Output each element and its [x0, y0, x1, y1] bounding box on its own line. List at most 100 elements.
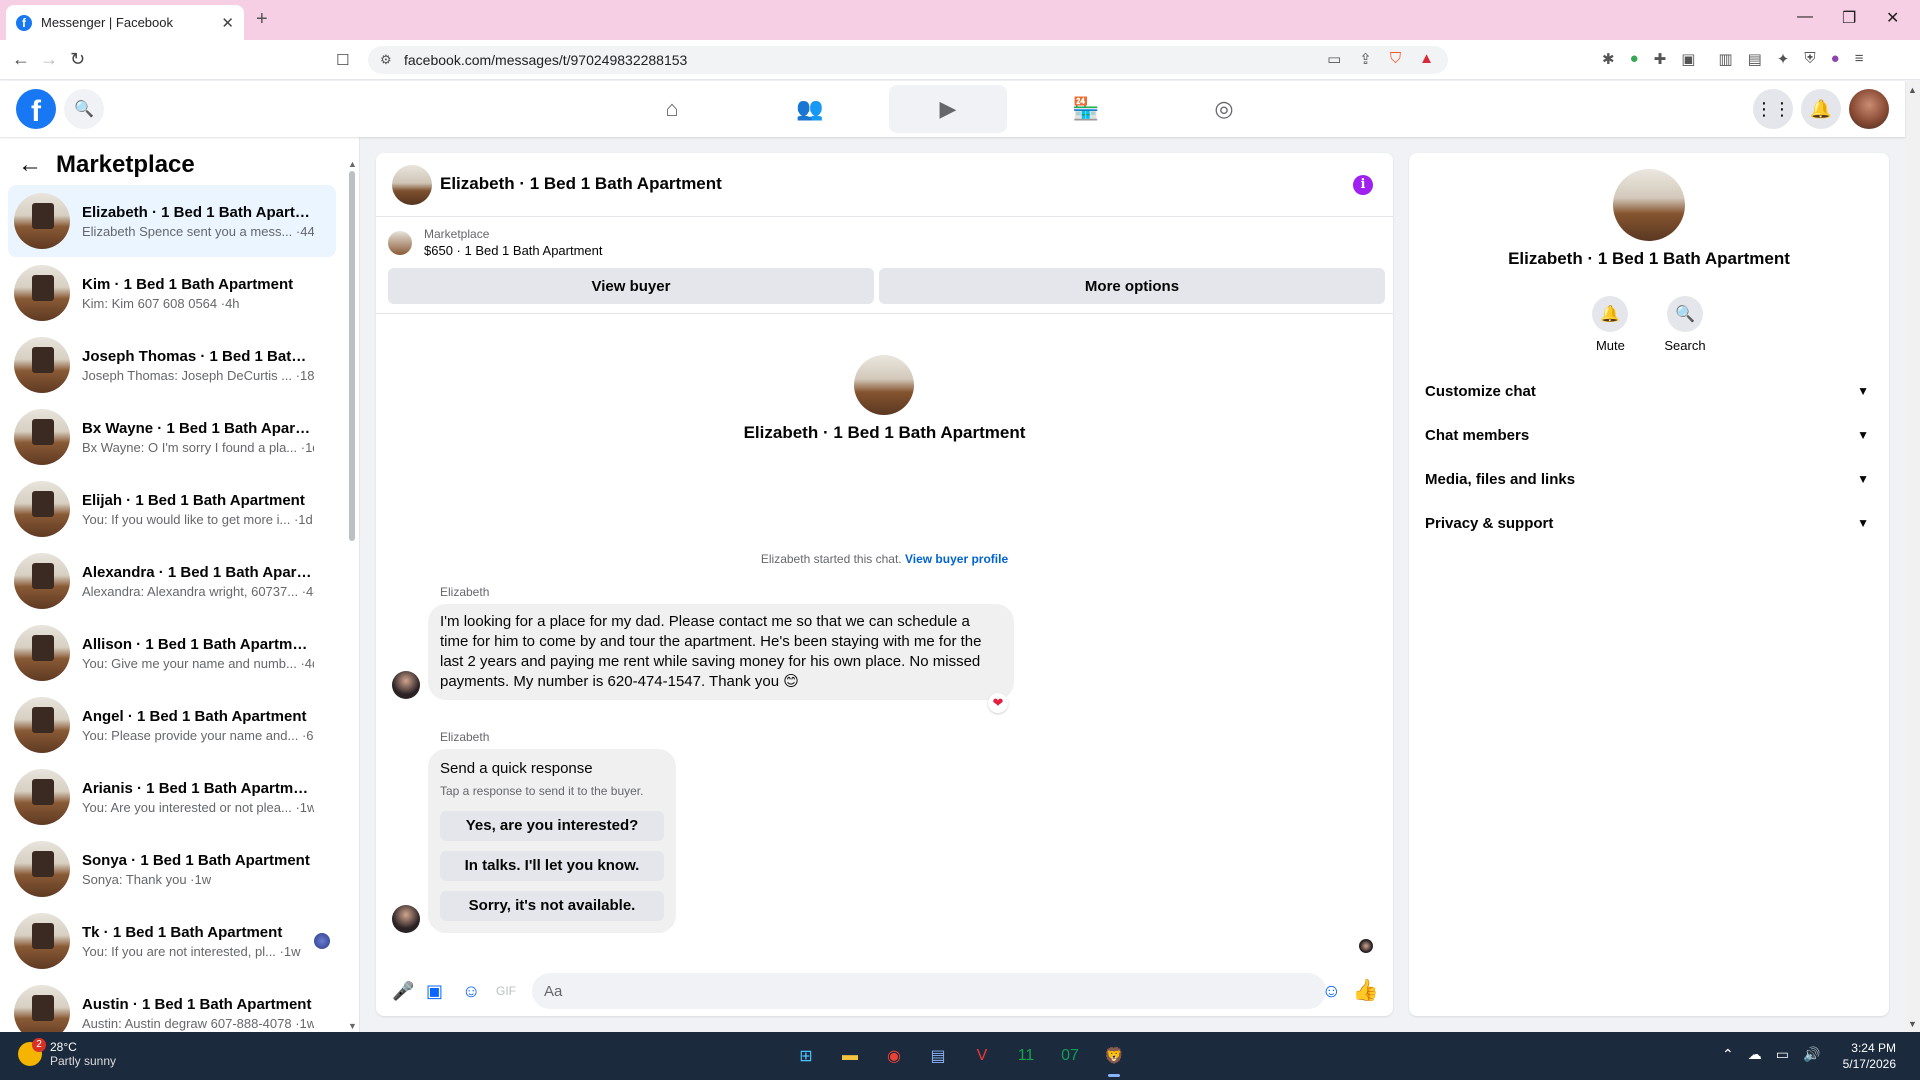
sidebar-scrollbar[interactable]: ▲ ▼	[348, 159, 357, 1034]
restore-window-icon[interactable]: ❐	[1842, 8, 1856, 28]
profile-icon[interactable]: ●	[1831, 50, 1840, 68]
message-input[interactable]: Aa	[532, 973, 1326, 1009]
chat-title[interactable]: Elizabeth · 1 Bed 1 Bath Apartment	[440, 174, 722, 194]
account-avatar[interactable]	[1849, 89, 1889, 129]
quick-response-option[interactable]: Sorry, it's not available.	[440, 891, 664, 921]
conversation-item[interactable]: Joseph Thomas · 1 Bed 1 Bath A... Joseph …	[8, 329, 336, 401]
forward-icon[interactable]: →	[40, 49, 58, 70]
vpn-icon[interactable]: ⛨	[1804, 50, 1815, 68]
info-icon[interactable]: i	[1353, 175, 1373, 195]
search-chat-button[interactable]: 🔍 Search	[1664, 296, 1706, 353]
view-buyer-button[interactable]: View buyer	[388, 268, 874, 304]
sticker-icon[interactable]: ☺	[462, 981, 480, 1002]
message-bubble[interactable]: I'm looking for a place for my dad. Plea…	[428, 604, 1014, 700]
bell-icon: 🔔	[1592, 296, 1629, 332]
scroll-down-icon[interactable]: ▼	[1908, 1019, 1917, 1029]
chrome-icon[interactable]: ◉	[878, 1040, 910, 1072]
scroll-down-icon[interactable]: ▼	[348, 1021, 357, 1031]
marketplace-icon[interactable]: 🏪	[1027, 85, 1145, 133]
calendar-app-07-icon[interactable]: 07	[1054, 1040, 1086, 1072]
friends-icon[interactable]: 👥	[751, 85, 869, 133]
address-bar[interactable]: ⚙ facebook.com/messages/t/97024983228815…	[368, 46, 1448, 74]
home-icon[interactable]: ⌂	[613, 85, 731, 133]
notifications-bell-icon[interactable]: 🔔	[1801, 89, 1841, 129]
customize-chat-section[interactable]: Customize chat ▼	[1425, 369, 1873, 413]
extension-green-icon[interactable]: ●	[1630, 50, 1639, 68]
chat-info-panel: Elizabeth · 1 Bed 1 Bath Apartment 🔔 Mut…	[1409, 153, 1889, 1016]
share-icon[interactable]: ⇪	[1359, 50, 1372, 68]
close-window-icon[interactable]: ✕	[1886, 8, 1899, 28]
wallet-icon[interactable]: ▤	[1748, 50, 1762, 68]
privacy-support-section[interactable]: Privacy & support ▼	[1425, 501, 1873, 545]
mute-button[interactable]: 🔔 Mute	[1592, 296, 1629, 353]
new-tab-button[interactable]: +	[256, 8, 268, 31]
emoji-icon[interactable]: ☺	[1322, 981, 1341, 1003]
brave-rewards-icon[interactable]: ▲	[1419, 50, 1434, 68]
quick-response-option[interactable]: Yes, are you interested?	[440, 811, 664, 841]
sender-avatar[interactable]	[392, 905, 420, 933]
sidebar-toggle-icon[interactable]: ▥	[1718, 50, 1732, 68]
conversation-item[interactable]: Bx Wayne · 1 Bed 1 Bath Apartm... Bx Wayn…	[8, 401, 336, 473]
back-icon[interactable]: ←	[12, 49, 30, 70]
more-options-button[interactable]: More options	[879, 268, 1385, 304]
extension-icon[interactable]: ✱	[1602, 50, 1615, 68]
conversation-item[interactable]: Angel · 1 Bed 1 Bath Apartment You: Pleas…	[8, 689, 336, 761]
search-icon[interactable]: 🔍	[64, 89, 104, 129]
back-arrow-icon[interactable]: ←	[18, 151, 42, 179]
facebook-logo-icon[interactable]: f	[16, 89, 56, 129]
video-icon[interactable]: ▶	[889, 85, 1007, 133]
chat-members-section[interactable]: Chat members ▼	[1425, 413, 1873, 457]
chevron-up-icon[interactable]: ⌃	[1722, 1046, 1734, 1063]
volume-icon[interactable]: 🔊	[1803, 1046, 1820, 1063]
notepad-icon[interactable]: ▤	[922, 1040, 954, 1072]
file-explorer-icon[interactable]: ▬	[834, 1040, 866, 1072]
extensions-puzzle-icon[interactable]: ✚	[1654, 50, 1667, 68]
conversation-item[interactable]: Kim · 1 Bed 1 Bath Apartment Kim: Kim 607…	[8, 257, 336, 329]
conversation-item[interactable]: Arianis · 1 Bed 1 Bath Apartment You: Are…	[8, 761, 336, 833]
scroll-thumb[interactable]	[349, 171, 355, 541]
conversation-item[interactable]: Allison · 1 Bed 1 Bath Apartment You: Giv…	[8, 617, 336, 689]
thumbs-up-icon[interactable]: 👍	[1353, 979, 1379, 1003]
scroll-up-icon[interactable]: ▲	[1908, 85, 1917, 95]
screenshot-icon[interactable]: ▣	[1681, 50, 1695, 68]
menu-grid-icon[interactable]: ⋮⋮	[1753, 89, 1793, 129]
windows-start-icon[interactable]: ⊞	[790, 1040, 822, 1072]
media-files-links-section[interactable]: Media, files and links ▼	[1425, 457, 1873, 501]
quick-response-option[interactable]: In talks. I'll let you know.	[440, 851, 664, 881]
vivaldi-icon[interactable]: V	[966, 1040, 998, 1072]
reload-icon[interactable]: ↻	[70, 49, 85, 70]
listing-summary[interactable]: Marketplace $650 · 1 Bed 1 Bath Apartmen…	[388, 227, 603, 258]
network-icon[interactable]: ▭	[1776, 1046, 1789, 1063]
gif-icon[interactable]: GIF	[496, 984, 516, 998]
cast-icon[interactable]: ▭	[1327, 50, 1341, 68]
brave-icon[interactable]: 🦁	[1098, 1040, 1130, 1077]
groups-icon[interactable]: ◎	[1165, 85, 1283, 133]
scroll-up-icon[interactable]: ▲	[348, 159, 357, 169]
view-buyer-profile-link[interactable]: View buyer profile	[905, 552, 1008, 566]
menu-icon[interactable]: ≡	[1855, 50, 1864, 68]
onedrive-cloud-icon[interactable]: ☁	[1748, 1046, 1762, 1063]
conversation-item[interactable]: Tk · 1 Bed 1 Bath Apartment You: If you a…	[8, 905, 336, 977]
leo-ai-icon[interactable]: ✦	[1777, 50, 1790, 68]
calendar-app-11-icon[interactable]: 11	[1010, 1040, 1042, 1072]
sender-avatar[interactable]	[392, 671, 420, 699]
weather-description: Partly sunny	[50, 1054, 117, 1068]
attach-photo-icon[interactable]: ▣	[426, 981, 443, 1002]
microphone-icon[interactable]: 🎤	[392, 981, 414, 1002]
page-scrollbar[interactable]: ▲ ▼	[1905, 81, 1920, 1032]
clock[interactable]: 3:24 PM 5/17/2026	[1843, 1040, 1896, 1072]
weather-widget[interactable]: 2 28°C Partly sunny	[18, 1038, 117, 1068]
conversation-item[interactable]: Sonya · 1 Bed 1 Bath Apartment Sonya: Tha…	[8, 833, 336, 905]
conversation-item[interactable]: Elizabeth · 1 Bed 1 Bath Apartment Elizab…	[8, 185, 336, 257]
heart-reaction-icon[interactable]: ❤	[988, 693, 1008, 713]
site-info-icon[interactable]: ⚙	[380, 52, 392, 68]
brave-shields-icon[interactable]: ⛉	[1390, 50, 1401, 68]
conversation-item[interactable]: Elijah · 1 Bed 1 Bath Apartment You: If y…	[8, 473, 336, 545]
minimize-window-icon[interactable]: —	[1797, 8, 1813, 26]
chat-avatar[interactable]	[392, 165, 432, 205]
conversation-name: Bx Wayne · 1 Bed 1 Bath Apartm...	[82, 419, 314, 437]
conversation-item[interactable]: Alexandra · 1 Bed 1 Bath Apartm... Alexan…	[8, 545, 336, 617]
close-tab-icon[interactable]: ✕	[221, 14, 234, 32]
browser-tab[interactable]: f Messenger | Facebook ✕	[6, 5, 244, 40]
bookmark-icon[interactable]: ☐	[336, 51, 349, 69]
